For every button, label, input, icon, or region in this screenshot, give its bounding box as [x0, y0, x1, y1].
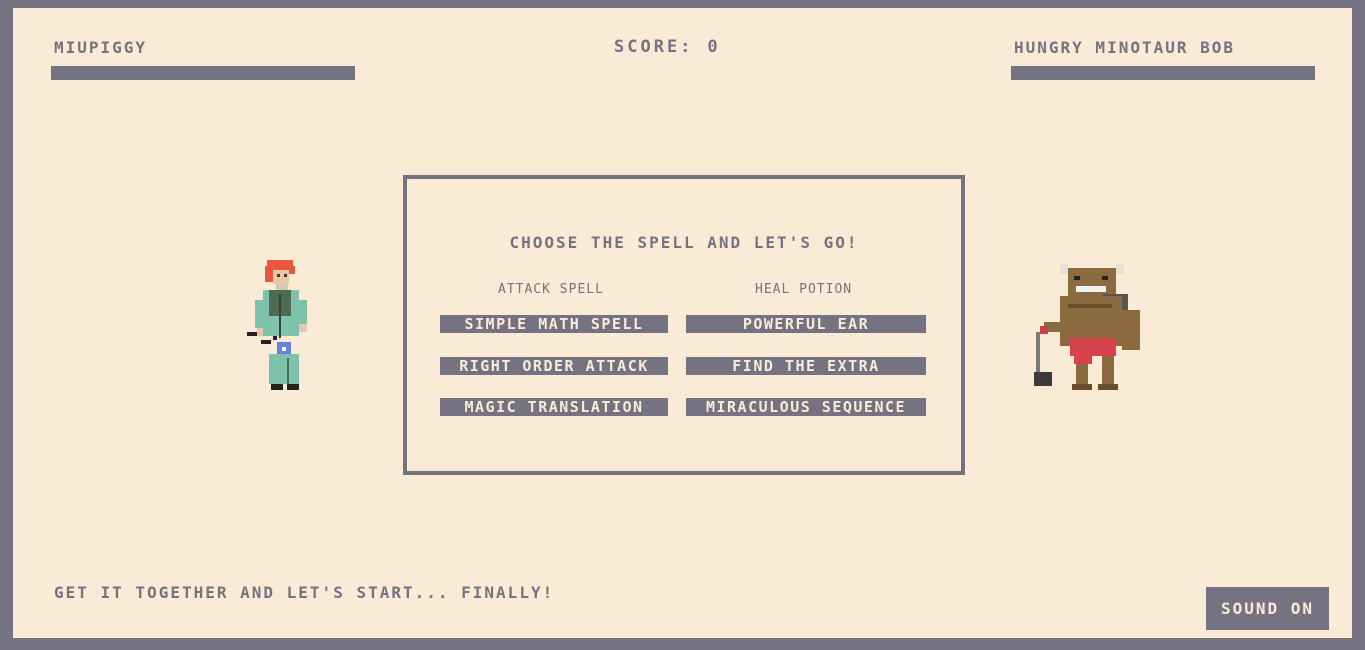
attack-spell-header: Attack spell: [498, 282, 604, 297]
score-display: Score: 0: [614, 37, 721, 57]
sound-toggle-button[interactable]: Sound on: [1206, 587, 1329, 630]
player-name: Miupiggy: [54, 38, 148, 57]
enemy-health-bar: [1011, 66, 1315, 80]
score-value: 0: [707, 37, 721, 57]
minotaur-sprite: [1034, 264, 1140, 390]
find-the-extra-button[interactable]: Find the extra: [686, 357, 926, 375]
score-label: Score:: [614, 37, 694, 57]
game-frame: Miupiggy Score: 0 Hungry Minotaur Bob: [13, 8, 1352, 638]
simple-math-spell-button[interactable]: Simple math spell: [440, 315, 668, 333]
wizard-sprite: [247, 260, 307, 390]
player-health-bar: [51, 66, 355, 80]
status-message: Get it together and let's start... final…: [54, 583, 555, 602]
panel-title: Choose the spell and let's go!: [509, 233, 859, 252]
miraculous-sequence-button[interactable]: Miraculous sequence: [686, 398, 926, 416]
magic-translation-button[interactable]: Magic translation: [440, 398, 668, 416]
spell-panel: Choose the spell and let's go! Attack sp…: [403, 175, 965, 475]
powerful-ear-button[interactable]: Powerful ear: [686, 315, 926, 333]
enemy-name: Hungry Minotaur Bob: [1014, 38, 1236, 57]
right-order-attack-button[interactable]: Right order attack: [440, 357, 668, 375]
heal-potion-header: Heal potion: [755, 282, 853, 297]
